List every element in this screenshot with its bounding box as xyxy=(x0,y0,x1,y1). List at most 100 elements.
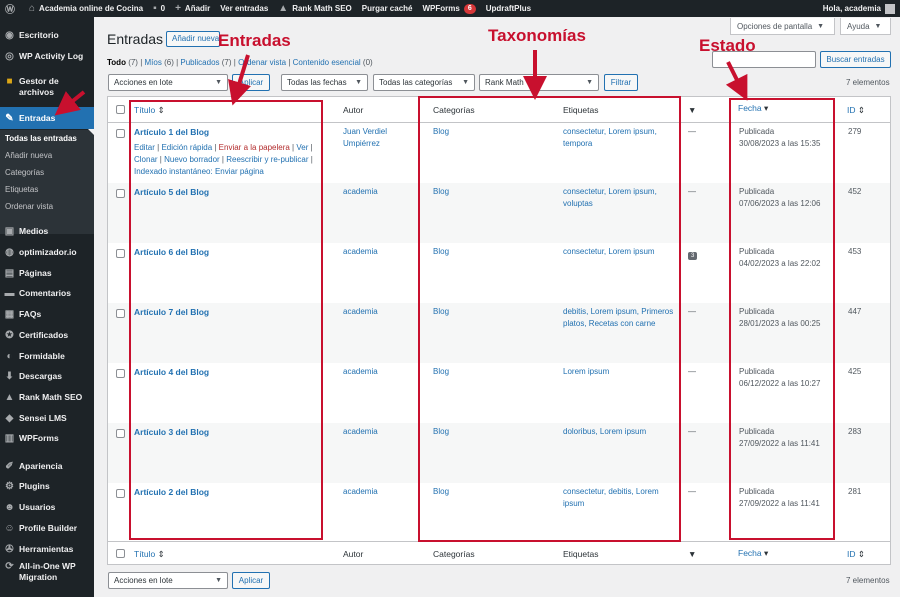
view-all[interactable]: Todo xyxy=(107,58,126,67)
post-author-link[interactable]: Juan Verdiel Umpiérrez xyxy=(343,126,387,150)
sidebar-item-label: FAQs xyxy=(19,309,42,319)
sidebar-item-label: Herramientas xyxy=(19,544,74,554)
row-checkbox[interactable] xyxy=(116,429,125,438)
sidebar-item-rank-math[interactable]: ▲ Rank Math SEO xyxy=(0,389,94,405)
account-menu[interactable]: Hola, academia xyxy=(818,0,900,17)
select-all-checkbox[interactable] xyxy=(116,105,125,114)
column-date-footer[interactable]: Fecha ▾ xyxy=(738,548,768,559)
screen-options-button[interactable]: Opciones de pantalla ▼ xyxy=(730,18,835,35)
apply-button[interactable]: Aplicar xyxy=(232,74,270,91)
sidebar-item-formidable[interactable]: ◐ Formidable xyxy=(0,348,94,364)
admin-bar: Ⓦ ⌂ Academia online de Cocina ▪ 0 + Añadir … xyxy=(0,0,900,17)
sidebar-item-wpforms[interactable]: ▥ WPForms xyxy=(0,430,94,446)
select-all-checkbox-footer[interactable] xyxy=(116,549,125,558)
submenu-order-view[interactable]: Ordenar vista xyxy=(5,202,53,211)
comment-count-bubble[interactable]: 3 xyxy=(688,252,698,260)
rank-math-filter-select[interactable]: Rank Math ▼ xyxy=(479,74,599,91)
view-mine[interactable]: Míos xyxy=(145,58,162,67)
column-id-footer[interactable]: ID ⇕ xyxy=(847,549,865,560)
view-published[interactable]: Publicados xyxy=(180,58,219,67)
sidebar-item-entradas[interactable]: ✎ Entradas xyxy=(0,107,94,129)
sidebar-item-certificados[interactable]: ✪ Certificados xyxy=(0,327,94,343)
column-id-header[interactable]: ID ⇕ xyxy=(847,105,865,116)
sidebar-item-plugins[interactable]: ⚙ Plugins xyxy=(0,478,94,494)
bulk-actions-select-bottom[interactable]: Acciones en lote ▼ xyxy=(108,572,228,589)
sidebar-item-herramientas[interactable]: ✇ Herramientas xyxy=(0,541,94,557)
sidebar-item-descargas[interactable]: ⬇ Descargas xyxy=(0,368,94,384)
row-checkbox[interactable] xyxy=(116,369,125,378)
sidebar-item-migration[interactable]: ⟳ All-in-One WP Migration xyxy=(0,561,94,587)
sidebar-item-file-manager[interactable]: ■ Gestor de archivos xyxy=(0,76,94,102)
post-author-link[interactable]: academia xyxy=(343,426,378,438)
activity-log-icon: ◎ xyxy=(5,50,14,62)
date-filter-select[interactable]: Todas las fechas ▼ xyxy=(281,74,368,91)
category-filter-select[interactable]: Todas las categorías ▼ xyxy=(373,74,475,91)
column-author-header: Autor xyxy=(343,105,364,115)
column-categories-footer: Categorías xyxy=(433,549,475,559)
sidebar-item-medios[interactable]: ▣ Medios xyxy=(0,223,94,239)
comments-count: — xyxy=(688,487,696,496)
submenu-add-new[interactable]: Añadir nueva xyxy=(5,151,52,160)
column-title-footer[interactable]: Título ⇕ xyxy=(134,549,165,560)
search-button[interactable]: Buscar entradas xyxy=(820,51,891,68)
post-author-link[interactable]: academia xyxy=(343,306,378,318)
post-author-link[interactable]: academia xyxy=(343,246,378,258)
submenu-all-posts[interactable]: Todas las entradas xyxy=(5,134,77,143)
apply-button-bottom[interactable]: Aplicar xyxy=(232,572,270,589)
sidebar-item-sensei[interactable]: ◆ Sensei LMS xyxy=(0,410,94,426)
post-author-link[interactable]: academia xyxy=(343,186,378,198)
sidebar-item-apariencia[interactable]: ✐ Apariencia xyxy=(0,458,94,474)
faq-icon: ▦ xyxy=(4,308,15,320)
row-checkbox[interactable] xyxy=(116,249,125,258)
download-icon: ⬇ xyxy=(5,370,14,382)
submenu-tags[interactable]: Etiquetas xyxy=(5,185,38,194)
add-new-menu[interactable]: + Añadir xyxy=(170,0,215,17)
wordpress-logo-icon[interactable]: Ⓦ xyxy=(0,0,24,17)
comments-icon[interactable]: ▼ xyxy=(688,105,696,115)
row-checkbox[interactable] xyxy=(116,489,125,498)
sidebar-item-usuarios[interactable]: ☻ Usuarios xyxy=(0,499,94,515)
add-new-label: Añadir xyxy=(184,4,211,13)
comments-icon[interactable]: ▼ xyxy=(688,549,696,559)
comments-count: — xyxy=(688,127,696,136)
sort-icon: ⇕ xyxy=(157,549,165,559)
view-essential[interactable]: Contenido esencial xyxy=(293,58,361,67)
row-checkbox[interactable] xyxy=(116,309,125,318)
tools-icon: ✇ xyxy=(5,543,14,555)
formidable-icon: ◐ xyxy=(6,350,13,362)
comment-icon: ▪ xyxy=(153,3,157,14)
bulk-actions-select[interactable]: Acciones en lote ▼ xyxy=(108,74,228,91)
annotation-box-estado xyxy=(729,98,835,540)
column-id-label: ID xyxy=(847,549,856,559)
sidebar-item-paginas[interactable]: ▤ Páginas xyxy=(0,265,94,281)
row-checkbox[interactable] xyxy=(116,189,125,198)
admin-sidebar: Todas las entradas Añadir nueva Categorí… xyxy=(0,17,94,597)
site-name-link[interactable]: ⌂ Academia online de Cocina xyxy=(24,0,148,17)
sidebar-item-profile-builder[interactable]: ☺ Profile Builder xyxy=(0,520,94,536)
sidebar-item-escritorio[interactable]: ◉ Escritorio xyxy=(0,27,94,43)
sidebar-item-comentarios[interactable]: ▬ Comentarios xyxy=(0,285,94,301)
view-mine-count: (6) xyxy=(164,58,174,67)
filter-button[interactable]: Filtrar xyxy=(604,74,638,91)
column-id-label: ID xyxy=(847,105,856,115)
row-checkbox[interactable] xyxy=(116,129,125,138)
updraft-menu[interactable]: UpdraftPlus xyxy=(481,0,536,17)
sidebar-item-optimizador[interactable]: ◍ optimizador.io xyxy=(0,244,94,260)
sidebar-item-label: Escritorio xyxy=(19,30,59,40)
sidebar-item-activity-log[interactable]: ◎ WP Activity Log xyxy=(0,48,94,64)
wpforms-menu[interactable]: WPForms 6 xyxy=(417,0,480,17)
rankmath-icon: ▲ xyxy=(4,391,15,403)
add-new-button[interactable]: Añadir nueva xyxy=(166,31,220,47)
post-author-link[interactable]: academia xyxy=(343,486,378,498)
sidebar-item-label: Usuarios xyxy=(19,502,56,512)
items-count-bottom: 7 elementos xyxy=(846,576,890,585)
view-order[interactable]: Ordenar vista xyxy=(238,58,286,67)
submenu-categories[interactable]: Categorías xyxy=(5,168,44,177)
view-posts-link[interactable]: Ver entradas xyxy=(215,0,273,17)
rank-math-menu[interactable]: ▲ Rank Math SEO xyxy=(273,0,356,17)
post-author-link[interactable]: academia xyxy=(343,366,378,378)
sidebar-item-faqs[interactable]: ▦ FAQs xyxy=(0,306,94,322)
help-button[interactable]: Ayuda ▼ xyxy=(840,18,891,35)
comments-link[interactable]: ▪ 0 xyxy=(148,0,170,17)
purge-cache-link[interactable]: Purgar caché xyxy=(357,0,418,17)
